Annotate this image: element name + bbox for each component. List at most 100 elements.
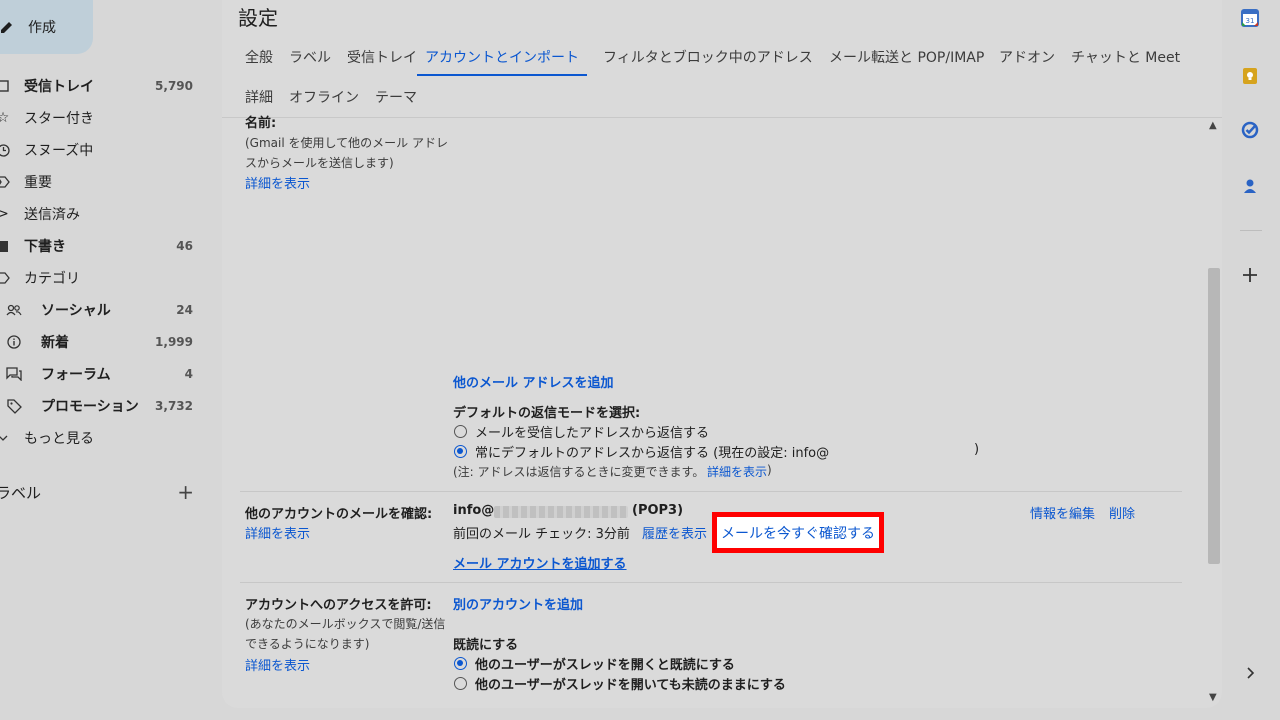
sidebar-item-label: 重要 bbox=[24, 175, 52, 191]
settings-panel: 設定 全般 ラベル 受信トレイ アカウントとインポート フィルタとブロック中のア… bbox=[222, 0, 1222, 708]
add-mail-account-link[interactable]: メール アカウントを追加する bbox=[453, 553, 627, 572]
tab-filters[interactable]: フィルタとブロック中のアドレス bbox=[603, 40, 813, 76]
sidebar-item-updates[interactable]: 新着 1,999 bbox=[0, 326, 210, 358]
tasks-icon[interactable] bbox=[1240, 120, 1260, 140]
labels-header-title: ラベル bbox=[0, 483, 42, 502]
compose-button[interactable]: 作成 bbox=[0, 0, 93, 54]
important-icon bbox=[0, 175, 10, 189]
delete-link[interactable]: 削除 bbox=[1109, 503, 1135, 522]
accounts-content: 名前: (Gmail を使用して他のメール アドレ スからメールを送信します) … bbox=[222, 116, 1212, 708]
tab-labels[interactable]: ラベル bbox=[289, 40, 331, 76]
pop-account-prefix: info@ bbox=[453, 503, 495, 518]
check-mail-now-button[interactable]: メールを今すぐ確認する bbox=[712, 512, 884, 553]
reply-mode-option-2-end: ) bbox=[974, 442, 980, 457]
scrollbar[interactable]: ▲ ▼ bbox=[1206, 118, 1222, 708]
contacts-icon[interactable] bbox=[1240, 176, 1260, 196]
sidebar-item-label: もっと見る bbox=[24, 431, 94, 447]
check-mail-details-link[interactable]: 詳細を表示 bbox=[245, 523, 310, 542]
sidebar-item-label: 送信済み bbox=[24, 207, 80, 223]
sidebar-item-promotions[interactable]: プロモーション 3,732 bbox=[0, 390, 210, 422]
redacted-email bbox=[494, 506, 628, 518]
scroll-down-icon[interactable]: ▼ bbox=[1209, 692, 1217, 703]
sidebar-item-inbox[interactable]: 受信トレイ 5,790 bbox=[0, 70, 210, 102]
grant-access-label: アカウントへのアクセスを許可: bbox=[245, 598, 432, 613]
sidebar-item-count: 1,999 bbox=[155, 335, 193, 349]
reply-mode-radio-1[interactable] bbox=[454, 425, 467, 438]
sidebar-item-categories[interactable]: カテゴリ bbox=[0, 262, 210, 294]
sidebar-item-important[interactable]: 重要 bbox=[0, 166, 210, 198]
sidebar-item-starred[interactable]: ☆ スター付き bbox=[0, 102, 210, 134]
mark-read-option-2: 他のユーザーがスレッドを開いても未読のままにする bbox=[475, 678, 786, 693]
mark-read-radio-1[interactable] bbox=[454, 657, 467, 670]
pencil-icon bbox=[1, 22, 12, 33]
tab-advanced[interactable]: 詳細 bbox=[245, 80, 273, 116]
side-bar-divider bbox=[1240, 230, 1262, 231]
reply-mode-radio-2[interactable] bbox=[454, 445, 467, 458]
send-icon: > bbox=[0, 206, 9, 222]
sidebar-item-social[interactable]: ソーシャル 24 bbox=[0, 294, 210, 326]
sidebar-item-count: 24 bbox=[176, 303, 193, 317]
keep-icon[interactable] bbox=[1240, 66, 1260, 86]
reply-mode-option-1: メールを受信したアドレスから返信する bbox=[475, 426, 710, 441]
pop-account-suffix: (POP3) bbox=[632, 503, 684, 518]
mark-read-radio-2[interactable] bbox=[454, 677, 467, 690]
gmail-app: 作成 受信トレイ 5,790 ☆ スター付き スヌーズ中 重要 > 送信済み 下… bbox=[0, 0, 1280, 720]
star-icon: ☆ bbox=[0, 110, 10, 126]
sidebar-item-more[interactable]: もっと見る bbox=[0, 422, 210, 454]
add-label-button[interactable]: + bbox=[177, 480, 194, 504]
scrollbar-thumb[interactable] bbox=[1208, 268, 1220, 564]
tab-addons[interactable]: アドオン bbox=[999, 40, 1055, 76]
labels-header: ラベル + bbox=[0, 480, 200, 504]
tab-general[interactable]: 全般 bbox=[245, 40, 273, 76]
grant-access-details-link[interactable]: 詳細を表示 bbox=[245, 655, 310, 674]
draft-icon bbox=[0, 239, 10, 253]
last-check-text: 前回のメール チェック: 3分前 bbox=[453, 527, 630, 542]
reply-mode-details-link[interactable]: 詳細を表示 bbox=[707, 463, 767, 480]
svg-text:31: 31 bbox=[1246, 17, 1255, 25]
edit-info-link[interactable]: 情報を編集 bbox=[1030, 503, 1095, 522]
reply-mode-note: (注: アドレスは返信するときに変更できます。 bbox=[453, 465, 705, 479]
sidebar-item-label: カテゴリ bbox=[24, 271, 80, 287]
chevron-right-icon[interactable] bbox=[1240, 663, 1260, 683]
grant-access-desc-1: (あなたのメールボックスで閲覧/送信 bbox=[245, 617, 446, 631]
check-mail-label: 他のアカウントのメールを確認: bbox=[245, 507, 433, 522]
sidebar-item-label: フォーラム bbox=[41, 367, 111, 383]
tag-icon bbox=[6, 398, 22, 414]
reply-mode-option-2: 常にデフォルトのアドレスから返信する (現在の設定: info@ bbox=[475, 446, 830, 461]
tab-inbox[interactable]: 受信トレイ bbox=[347, 40, 417, 76]
sidebar-item-label: 新着 bbox=[41, 335, 69, 351]
page-title: 設定 bbox=[238, 6, 278, 30]
tab-accounts-import[interactable]: アカウントとインポート bbox=[417, 40, 587, 76]
sidebar-item-forums[interactable]: フォーラム 4 bbox=[0, 358, 210, 390]
name-section-desc-1: (Gmail を使用して他のメール アドレ bbox=[245, 136, 448, 150]
mark-read-heading: 既読にする bbox=[453, 638, 519, 653]
calendar-icon[interactable]: 31 bbox=[1240, 8, 1260, 28]
section-divider bbox=[240, 582, 1182, 583]
sidebar-item-label: 受信トレイ bbox=[24, 79, 94, 95]
sidebar-item-label: ソーシャル bbox=[41, 303, 111, 319]
tab-chat-meet[interactable]: チャットと Meet bbox=[1071, 40, 1180, 76]
sidebar-item-count: 5,790 bbox=[155, 79, 193, 93]
add-other-address-link[interactable]: 他のメール アドレスを追加 bbox=[453, 372, 614, 391]
name-section-details-link[interactable]: 詳細を表示 bbox=[245, 173, 310, 192]
tab-forwarding-pop-imap[interactable]: メール転送と POP/IMAP bbox=[829, 40, 984, 76]
view-history-link[interactable]: 履歴を表示 bbox=[642, 523, 707, 542]
mark-read-option-1: 他のユーザーがスレッドを開くと既読にする bbox=[475, 658, 735, 673]
scroll-up-icon[interactable]: ▲ bbox=[1209, 120, 1217, 131]
sidebar-item-drafts[interactable]: 下書き 46 bbox=[0, 230, 210, 262]
tab-offline[interactable]: オフライン bbox=[289, 80, 359, 116]
sidebar-item-snoozed[interactable]: スヌーズ中 bbox=[0, 134, 210, 166]
add-another-account-link[interactable]: 別のアカウントを追加 bbox=[453, 594, 583, 613]
sidebar-item-label: スター付き bbox=[24, 111, 94, 127]
sidebar-item-sent[interactable]: > 送信済み bbox=[0, 198, 210, 230]
reply-mode-note-end: ) bbox=[767, 463, 772, 477]
sidebar: 作成 受信トレイ 5,790 ☆ スター付き スヌーズ中 重要 > 送信済み 下… bbox=[0, 0, 222, 720]
check-mail-now-label: メールを今すぐ確認する bbox=[721, 525, 875, 542]
sidebar-item-label: スヌーズ中 bbox=[24, 143, 94, 159]
clock-icon bbox=[0, 143, 10, 157]
side-apps-bar: 31 bbox=[1230, 0, 1280, 720]
tab-themes[interactable]: テーマ bbox=[375, 80, 417, 116]
people-icon bbox=[6, 303, 22, 317]
add-addon-icon[interactable] bbox=[1240, 265, 1260, 285]
label-icon bbox=[0, 271, 10, 285]
